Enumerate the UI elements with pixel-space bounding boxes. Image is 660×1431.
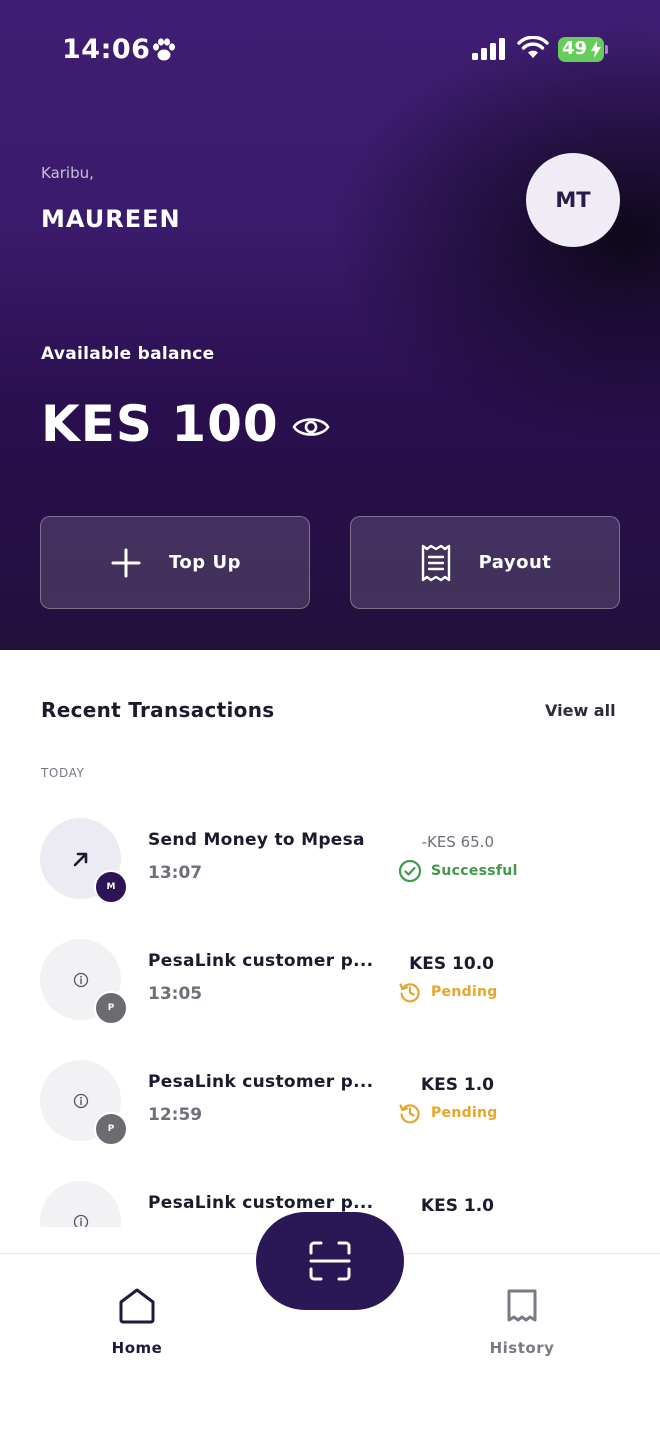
history-clock-icon [399, 1104, 420, 1124]
paw-icon [153, 38, 175, 61]
transaction-badge: P [94, 1112, 128, 1146]
transaction-list: M Send Money to Mpesa 13:07 -KES 65.0 Su… [0, 800, 660, 1227]
view-all-link[interactable]: View all [545, 701, 616, 720]
scan-icon [309, 1241, 351, 1281]
transaction-title: PesaLink customer p... [148, 951, 374, 971]
battery-level: 49 [562, 38, 588, 59]
payout-label: Payout [478, 552, 552, 573]
info-icon [73, 972, 88, 987]
top-up-label: Top Up [169, 552, 241, 573]
history-clock-icon [399, 983, 420, 1003]
charging-bolt-icon [591, 41, 601, 58]
transaction-time: 12:59 [148, 1105, 203, 1125]
home-icon [119, 1288, 155, 1324]
transaction-amount: -KES 65.0 [421, 833, 494, 851]
status-badge: Pending [398, 1101, 498, 1125]
balance-amount: KES 100 [41, 395, 279, 453]
history-receipt-icon [507, 1289, 537, 1322]
recent-transactions-title: Recent Transactions [41, 698, 275, 722]
status-time: 14:06 [62, 34, 151, 65]
transaction-badge: P [94, 991, 128, 1025]
battery-cap [605, 45, 608, 54]
transaction-title: Send Money to Mpesa [148, 830, 365, 850]
header-hero: 14:06 49 Karibu, MAUREEN MT Available ba… [0, 0, 660, 650]
info-icon [73, 1214, 88, 1227]
wifi-icon [517, 36, 549, 58]
balance-label: Available balance [41, 344, 215, 364]
nav-history[interactable]: History [462, 1254, 582, 1374]
group-label-today: TODAY [41, 766, 85, 780]
greeting-text: Karibu, [41, 164, 94, 182]
transaction-badge: M [94, 870, 128, 904]
transaction-row[interactable]: M Send Money to Mpesa 13:07 -KES 65.0 Su… [0, 818, 660, 928]
user-name: MAUREEN [41, 205, 181, 233]
status-text: Pending [431, 984, 498, 1000]
plus-icon [111, 548, 141, 577]
transaction-title: PesaLink customer p... [148, 1072, 374, 1092]
signal-icon [472, 38, 505, 60]
status-text: Successful [431, 863, 518, 879]
check-circle-icon [398, 859, 422, 883]
status-bar: 14:06 49 [0, 0, 660, 95]
battery-icon: 49 [558, 37, 604, 62]
info-icon [73, 1093, 88, 1108]
top-up-button[interactable]: Top Up [40, 516, 310, 609]
transaction-time: 13:07 [148, 863, 203, 883]
transaction-title: PesaLink customer p... [148, 1193, 374, 1213]
scan-button[interactable] [256, 1212, 404, 1310]
avatar[interactable]: MT [526, 153, 620, 247]
transaction-time: 13:05 [148, 984, 203, 1004]
transaction-amount: KES 10.0 [409, 954, 494, 974]
receipt-icon [421, 544, 450, 581]
eye-icon[interactable] [292, 412, 330, 442]
arrow-up-right-icon [73, 852, 87, 866]
payout-button[interactable]: Payout [350, 516, 620, 609]
transaction-icon-circle [40, 1181, 121, 1227]
nav-history-label: History [489, 1339, 555, 1357]
nav-home-label: Home [111, 1339, 163, 1357]
status-badge: Pending [398, 980, 498, 1004]
transaction-row[interactable]: P PesaLink customer p... 13:05 KES 10.0 … [0, 939, 660, 1049]
transaction-amount: KES 1.0 [420, 1075, 494, 1095]
status-badge: Successful [398, 859, 518, 883]
transaction-amount: KES 1.0 [420, 1196, 494, 1216]
transaction-row[interactable]: P PesaLink customer p... 12:59 KES 1.0 P… [0, 1060, 660, 1170]
nav-home[interactable]: Home [77, 1254, 197, 1374]
status-text: Pending [431, 1105, 498, 1121]
